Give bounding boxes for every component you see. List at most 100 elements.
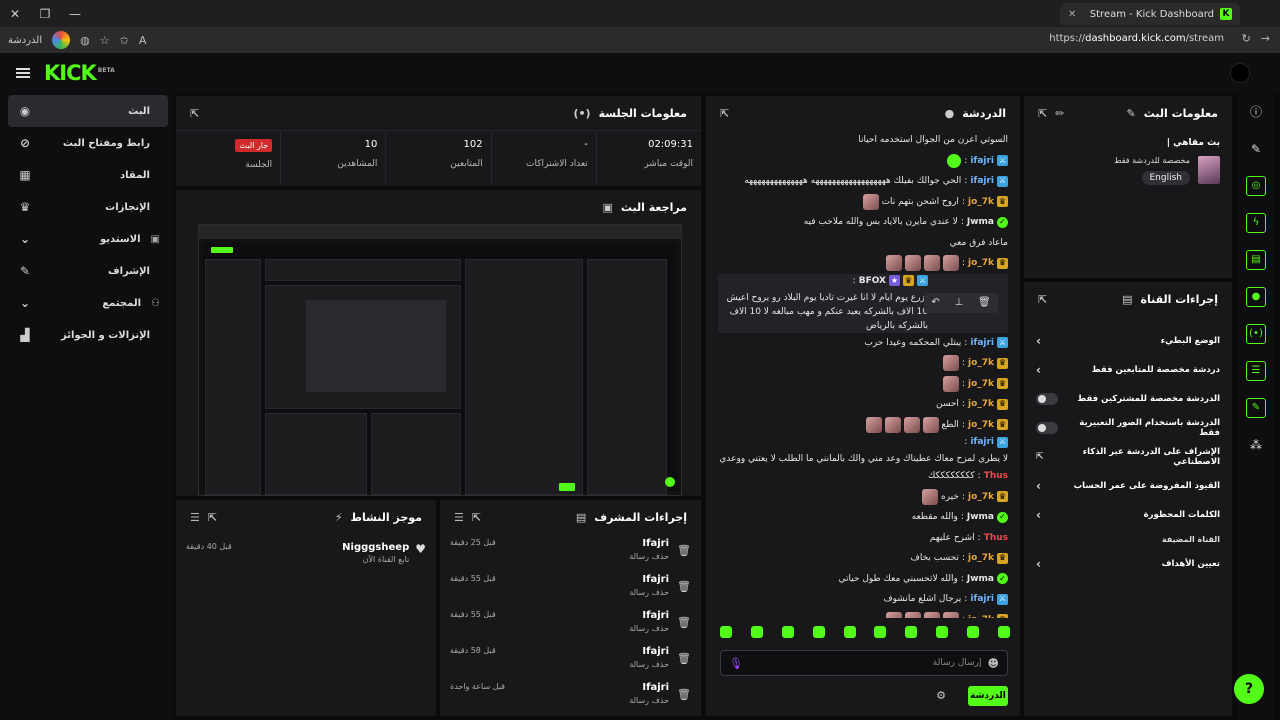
chat-username[interactable]: ifajri [970, 174, 994, 188]
chat-message[interactable]: ♛ jo_7k: اروح اشحن بتهم نات [718, 192, 1008, 213]
emote-icon[interactable] [750, 626, 763, 638]
edit-icon[interactable]: ✏ [1055, 107, 1064, 120]
bolt-icon[interactable]: ϟ [1238, 204, 1274, 241]
chat-username[interactable]: jo_7k [968, 256, 994, 270]
reply-icon[interactable]: ↶ [931, 296, 939, 310]
chat-username[interactable]: jo_7k [968, 551, 994, 565]
chat-username[interactable]: Jwma [967, 572, 994, 586]
banned-words-item[interactable]: الكلمات المحظورة › [1024, 500, 1232, 529]
chat-message[interactable]: ⚔ ♛ ★ BFOX: يزرع يوم ايام لا انا غيرت تاديا … [718, 273, 1008, 333]
chat-username[interactable]: ifajri [970, 435, 994, 449]
filter-icon[interactable]: ☰ [190, 511, 200, 524]
ai-moderation-item[interactable]: الإشراف على الدردشة عبر الذكاء الاصطناعي… [1024, 442, 1232, 471]
url-field[interactable]: https://dashboard.kick.com/stream [1049, 33, 1224, 44]
chat-message[interactable]: ♛jo_7k: [718, 253, 1008, 274]
send-chat-button[interactable]: الدردشة [968, 686, 1008, 706]
close-tab-icon[interactable]: ✕ [1068, 9, 1076, 20]
refresh-icon[interactable]: ↻ [1242, 32, 1251, 45]
emotes-only-toggle[interactable] [1036, 421, 1058, 434]
emote-icon[interactable] [843, 626, 856, 638]
minimize-window-icon[interactable]: — [60, 7, 90, 21]
chat-message[interactable]: ⚔ ifajri: الحي جوالك بفيلك ههههههههههههههه… [718, 171, 1008, 192]
chat-message[interactable]: Thus: ككككككككك [718, 466, 1008, 487]
chat-username[interactable]: jo_7k [968, 418, 994, 432]
chat-username[interactable]: jo_7k [968, 356, 994, 370]
sidebar-item-community[interactable]: ⚇ المجتمع ⌄ [8, 287, 168, 319]
chat-username[interactable]: Thus [984, 469, 1008, 483]
chat-message[interactable]: ⚔ ifajri: يبتلي المحكمه وعيدا حرب [718, 333, 1008, 354]
popout-icon[interactable]: ⇱ [720, 107, 729, 120]
emote-icon[interactable] [781, 626, 794, 638]
chat-message[interactable]: ♛ jo_7k: احسن [718, 394, 1008, 415]
moderator-name[interactable]: Ifajri [504, 646, 669, 657]
slow-mode-item[interactable]: الوضع البطيء › [1024, 326, 1232, 355]
popout-icon[interactable]: ⇱ [472, 511, 481, 524]
close-window-icon[interactable]: ✕ [0, 7, 30, 21]
chat-message[interactable]: ماعاد فرق معي [718, 233, 1008, 254]
emote-icon[interactable] [812, 626, 825, 638]
restore-window-icon[interactable]: ❐ [30, 7, 60, 21]
extensions-icon[interactable]: ⁂ [1238, 426, 1274, 463]
chat-message[interactable]: ✓ Jwma: والله مقطعه [718, 507, 1008, 528]
emote-icon[interactable] [997, 626, 1010, 638]
moderator-name[interactable]: Ifajri [504, 538, 669, 549]
list-icon[interactable]: ☰ [1238, 352, 1274, 389]
stream-category[interactable]: مخصصة للدردشة فقط [1114, 156, 1190, 165]
gear-icon[interactable]: ⚙ [936, 689, 946, 702]
moderator-name[interactable]: Ifajri [513, 682, 669, 693]
camera-icon[interactable]: ◎ [1238, 167, 1274, 204]
stream-preview-video[interactable] [198, 224, 682, 496]
pencil-icon[interactable]: ✎ [1238, 130, 1274, 167]
chat-input[interactable]: ☻ إرسال رسالة 🎙 [720, 650, 1008, 676]
account-age-item[interactable]: القيود المفروضة على عمر الحساب › [1024, 471, 1232, 500]
microphone-icon[interactable]: 🎙 [729, 657, 743, 670]
chat-icon[interactable]: ● [1238, 278, 1274, 315]
moderator-name[interactable]: Ifajri [504, 610, 669, 621]
broadcast-icon[interactable]: (•) [1238, 315, 1274, 352]
chat-message[interactable]: ♛jo_7k: [718, 374, 1008, 395]
chat-username[interactable]: jo_7k [968, 613, 994, 618]
chat-username[interactable]: ifajri [970, 592, 994, 606]
sidebar-item-analytics[interactable]: المقاد ▦ [8, 159, 168, 191]
chat-username[interactable]: jo_7k [968, 377, 994, 391]
info-icon[interactable]: ⓘ [1238, 93, 1274, 130]
chat-message[interactable]: ♛jo_7k: [718, 353, 1008, 374]
read-aloud-icon[interactable]: A [139, 34, 147, 47]
profile-icon[interactable] [52, 31, 71, 49]
wrench-icon[interactable]: ✎ [1238, 389, 1274, 426]
chat-username[interactable]: Jwma [967, 510, 994, 524]
chat-label[interactable]: الدردشة [8, 35, 42, 46]
emoji-icon[interactable]: ☻ [988, 657, 999, 670]
chat-message[interactable]: ♛ jo_7k: خيره [718, 487, 1008, 508]
chat-message[interactable]: ♛ jo_7k: الطع [718, 415, 1008, 436]
chat-username[interactable]: jo_7k [968, 195, 994, 209]
kick-logo[interactable]: KICK BETA [44, 61, 115, 85]
chat-username[interactable]: BFOX [859, 274, 886, 288]
emote-icon[interactable] [874, 626, 887, 638]
chat-username[interactable]: ifajri [970, 154, 994, 168]
chat-message[interactable]: ⚔ ifajri: يرجال اشلع مانشوف [718, 589, 1008, 610]
emote-icon[interactable] [967, 626, 979, 638]
bookmark-icon[interactable]: ✩ [120, 34, 129, 47]
chat-message[interactable]: السوتي اعرن من الجوال استخدمه احيانا [718, 130, 1008, 151]
document-icon[interactable]: ▤ [1238, 241, 1274, 278]
sidebar-item-stream[interactable]: البث ◉ [8, 95, 168, 127]
sidebar-item-stream-key[interactable]: رابط ومفتاح البث ⊘ [8, 127, 168, 159]
browser-tab[interactable]: K Stream - Kick Dashboard ✕ [1060, 3, 1240, 25]
set-goals-item[interactable]: تعيين الأهداف › [1024, 549, 1232, 578]
chat-message[interactable]: ✓ Jwma: والله لاتحسبني معك طول حياتي [718, 569, 1008, 590]
emote-icon[interactable] [905, 626, 918, 638]
chat-username[interactable]: jo_7k [968, 397, 994, 411]
sidebar-item-drops[interactable]: الإنزالات و الجوائز ▟ [8, 319, 168, 351]
moderator-name[interactable]: Ifajri [504, 574, 669, 585]
follower-name[interactable]: Nigggsheep [238, 542, 409, 553]
pin-icon[interactable]: ⊥ [955, 296, 964, 310]
favorites-icon[interactable]: ☆ [100, 34, 110, 47]
trash-icon[interactable]: 🗑 [978, 296, 991, 310]
chat-username[interactable]: Thus [984, 531, 1008, 545]
filter-icon[interactable]: ☰ [454, 511, 464, 524]
extension-icon[interactable]: ◍ [80, 34, 90, 47]
popout-icon[interactable]: ⇱ [1038, 107, 1047, 120]
chat-message[interactable]: ♛ jo_7k: تحسب بخاف [718, 548, 1008, 569]
sidebar-item-achievements[interactable]: الإنجازات ♛ [8, 191, 168, 223]
